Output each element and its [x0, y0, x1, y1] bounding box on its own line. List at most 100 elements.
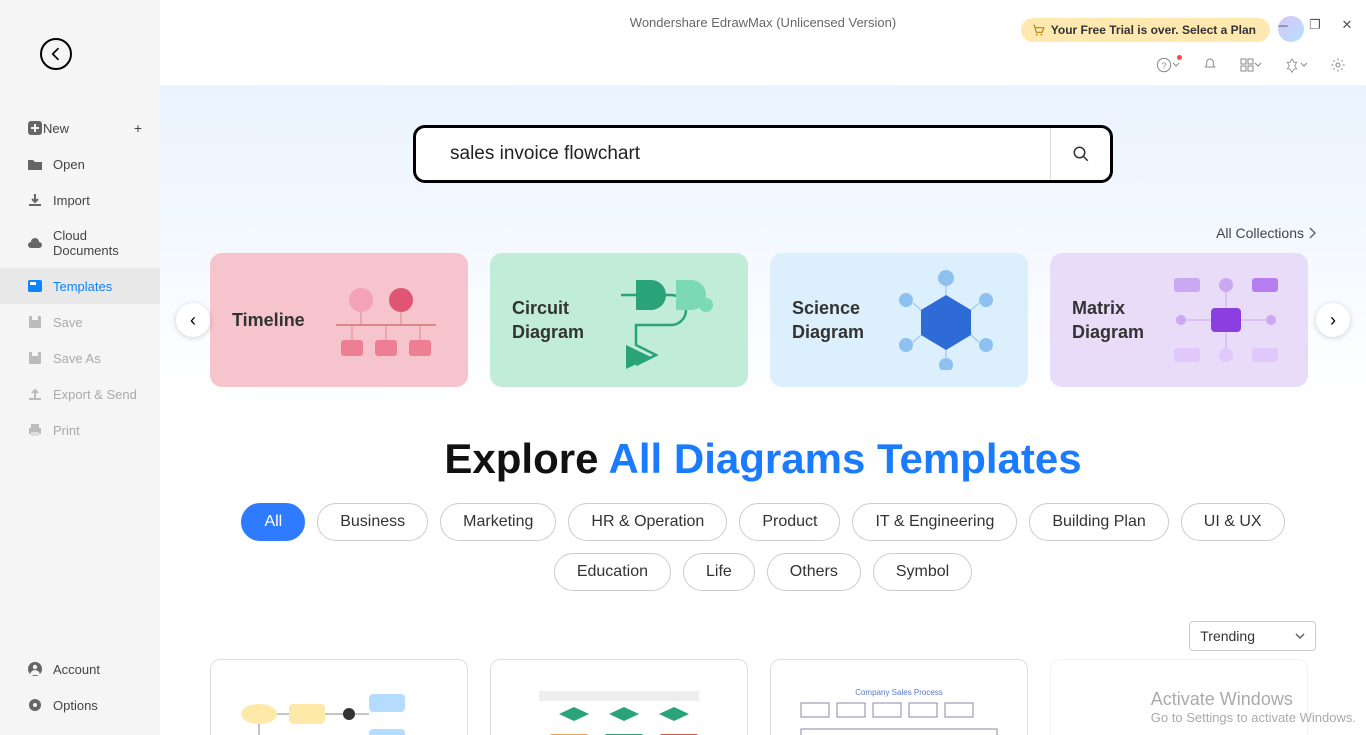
- category-chips: All Business Marketing HR & Operation Pr…: [210, 503, 1316, 591]
- sidebar-item-account[interactable]: Account: [0, 651, 160, 687]
- secondary-toolbar: ?: [160, 45, 1366, 85]
- svg-text:?: ?: [1162, 60, 1167, 70]
- chevron-down-icon: [1254, 61, 1262, 69]
- chip-life[interactable]: Life: [683, 553, 755, 591]
- chevron-down-icon: [1295, 633, 1305, 639]
- close-button[interactable]: ✕: [1340, 18, 1354, 32]
- trial-banner[interactable]: Your Free Trial is over. Select a Plan: [1021, 18, 1270, 42]
- timeline-graphic-icon: [326, 270, 446, 370]
- main-panel: Wondershare EdrawMax (Unlicensed Version…: [160, 0, 1366, 735]
- sidebar-label-open: Open: [53, 157, 85, 172]
- chip-all[interactable]: All: [241, 503, 305, 541]
- all-collections-label: All Collections: [1216, 225, 1304, 241]
- chip-hr-operation[interactable]: HR & Operation: [568, 503, 727, 541]
- category-card-timeline[interactable]: Timeline: [210, 253, 468, 387]
- save-icon: [27, 314, 43, 330]
- notifications-button[interactable]: [1202, 57, 1218, 73]
- chevron-down-icon: [1300, 61, 1308, 69]
- sidebar-label-saveas: Save As: [53, 351, 101, 366]
- template-thumbnail[interactable]: Company Sales Process: [770, 659, 1028, 735]
- sidebar-item-new[interactable]: New +: [0, 110, 160, 146]
- sidebar-item-export[interactable]: Export & Send: [0, 376, 160, 412]
- carousel-prev-button[interactable]: ‹: [176, 303, 210, 337]
- category-card-science[interactable]: Science Diagram: [770, 253, 1028, 387]
- category-card-matrix[interactable]: Matrix Diagram: [1050, 253, 1308, 387]
- settings-button[interactable]: [1330, 57, 1346, 73]
- sidebar-item-print[interactable]: Print: [0, 412, 160, 448]
- sort-value: Trending: [1200, 628, 1255, 644]
- sidebar-item-saveas[interactable]: Save As: [0, 340, 160, 376]
- sidebar-label-options: Options: [53, 698, 98, 713]
- carousel-next-button[interactable]: ›: [1316, 303, 1350, 337]
- chip-education[interactable]: Education: [554, 553, 671, 591]
- all-collections-link[interactable]: All Collections: [210, 225, 1316, 241]
- category-card-circuit[interactable]: Circuit Diagram: [490, 253, 748, 387]
- print-icon: [27, 422, 43, 438]
- card-title-science: Science Diagram: [792, 296, 864, 345]
- sidebar-label-import: Import: [53, 193, 90, 208]
- explore-heading: Explore All Diagrams Templates: [210, 435, 1316, 483]
- arrow-left-icon: [48, 46, 64, 62]
- chip-it-engineering[interactable]: IT & Engineering: [852, 503, 1017, 541]
- export-icon: [27, 386, 43, 402]
- chevron-down-icon: [1172, 61, 1180, 69]
- sort-select[interactable]: Trending: [1189, 621, 1316, 651]
- chip-business[interactable]: Business: [317, 503, 428, 541]
- category-carousel: ‹ Timeline Circuit Diagram Science Diagr…: [210, 253, 1316, 387]
- sidebar-item-templates[interactable]: Templates: [0, 268, 160, 304]
- sidebar-label-save: Save: [53, 315, 83, 330]
- back-button[interactable]: [40, 38, 72, 70]
- card-title-matrix: Matrix Diagram: [1072, 296, 1144, 345]
- card-title-circuit: Circuit Diagram: [512, 296, 584, 345]
- sidebar: New + Open Import Cloud Documents Templa…: [0, 0, 160, 735]
- search-input[interactable]: [416, 128, 1050, 180]
- chip-ui-ux[interactable]: UI & UX: [1181, 503, 1285, 541]
- sidebar-item-import[interactable]: Import: [0, 182, 160, 218]
- chip-product[interactable]: Product: [739, 503, 840, 541]
- circuit-graphic-icon: [606, 270, 726, 370]
- theme-button[interactable]: [1284, 57, 1308, 73]
- chip-building-plan[interactable]: Building Plan: [1029, 503, 1168, 541]
- folder-icon: [27, 156, 43, 172]
- account-icon: [27, 661, 43, 677]
- svg-text:Company Sales Process: Company Sales Process: [855, 688, 943, 697]
- sidebar-item-open[interactable]: Open: [0, 146, 160, 182]
- minimize-button[interactable]: ─: [1276, 18, 1290, 32]
- sidebar-label-templates: Templates: [53, 279, 112, 294]
- watermark-line1: Activate Windows: [1151, 689, 1356, 710]
- titlebar: Wondershare EdrawMax (Unlicensed Version…: [160, 0, 1366, 45]
- chip-others[interactable]: Others: [767, 553, 861, 591]
- plus-icon[interactable]: +: [134, 120, 142, 136]
- trial-text: Your Free Trial is over. Select a Plan: [1051, 23, 1256, 37]
- search-icon: [1072, 145, 1090, 163]
- import-icon: [27, 192, 43, 208]
- sidebar-item-options[interactable]: Options: [0, 687, 160, 723]
- sidebar-label-account: Account: [53, 662, 100, 677]
- template-thumbnail[interactable]: [210, 659, 468, 735]
- sidebar-item-save[interactable]: Save: [0, 304, 160, 340]
- sidebar-label-new: New: [43, 121, 69, 136]
- plus-square-icon: [27, 120, 43, 136]
- saveas-icon: [27, 350, 43, 366]
- search-button[interactable]: [1050, 128, 1110, 180]
- chip-marketing[interactable]: Marketing: [440, 503, 556, 541]
- card-title-timeline: Timeline: [232, 308, 305, 332]
- sidebar-item-cloud[interactable]: Cloud Documents: [0, 218, 160, 268]
- content-area: All Collections ‹ Timeline Circuit Diagr…: [160, 85, 1366, 735]
- windows-activation-watermark: Activate Windows Go to Settings to activ…: [1151, 689, 1356, 725]
- apps-button[interactable]: [1240, 58, 1262, 72]
- chevron-right-icon: [1308, 227, 1316, 239]
- cloud-icon: [27, 235, 43, 251]
- science-graphic-icon: [886, 270, 1006, 370]
- gear-icon: [27, 697, 43, 713]
- watermark-line2: Go to Settings to activate Windows.: [1151, 710, 1356, 725]
- search-box: [413, 125, 1113, 183]
- app-title: Wondershare EdrawMax (Unlicensed Version…: [630, 15, 896, 30]
- template-thumbnail[interactable]: [490, 659, 748, 735]
- sidebar-label-print: Print: [53, 423, 80, 438]
- maximize-button[interactable]: ❐: [1308, 18, 1322, 32]
- sidebar-label-export: Export & Send: [53, 387, 137, 402]
- help-button[interactable]: ?: [1156, 57, 1180, 73]
- chip-symbol[interactable]: Symbol: [873, 553, 972, 591]
- explore-prefix: Explore: [444, 435, 608, 482]
